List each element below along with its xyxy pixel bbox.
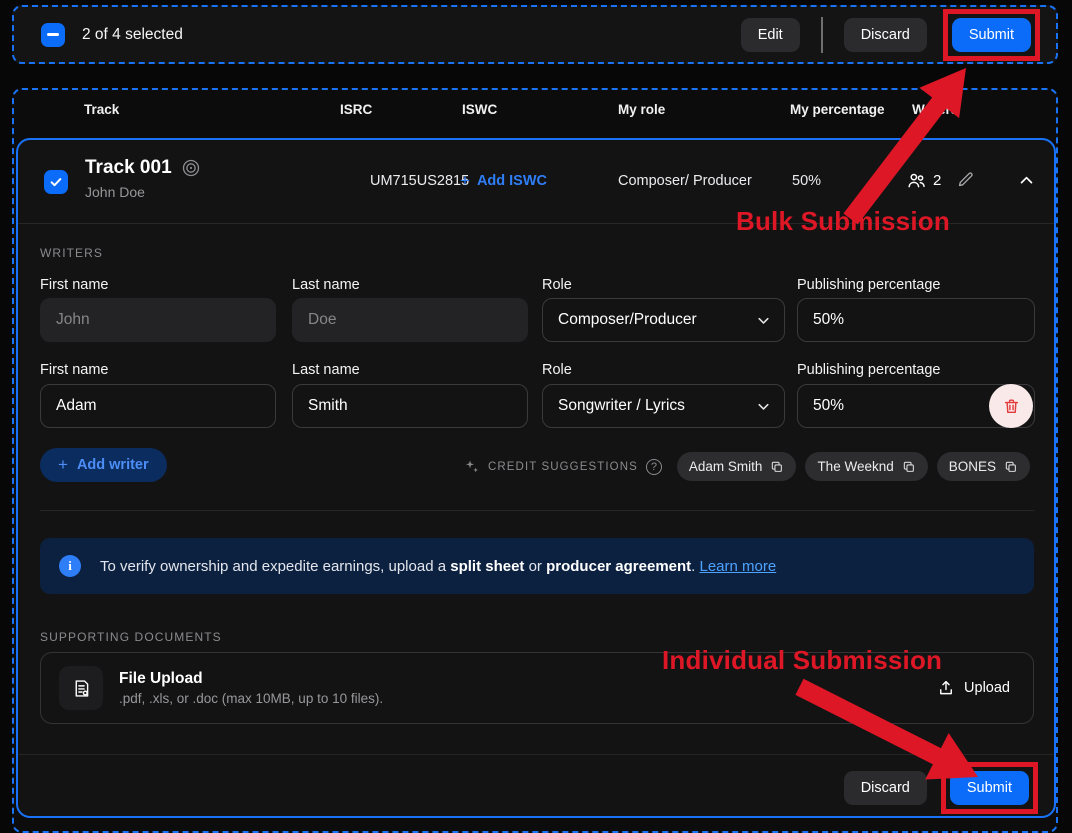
supporting-documents-label: SUPPORTING DOCUMENTS [40,630,222,644]
col-header-iswc: ISWC [462,102,497,117]
last-name-label: Last name [292,362,528,378]
people-icon [906,170,927,191]
individual-submit-highlight-box: Submit [941,762,1038,814]
writers-section-label: WRITERS [40,246,103,260]
delete-writer-button[interactable] [989,384,1033,428]
bulk-submit-button[interactable]: Submit [952,18,1031,52]
writer1-percentage-input[interactable] [797,298,1035,342]
banner-bold-split-sheet: split sheet [450,558,524,575]
collapse-chevron-up-icon[interactable] [1018,172,1035,194]
writer1-last-name-input[interactable] [292,298,528,342]
role-label: Role [542,362,785,378]
help-icon[interactable]: ? [646,459,662,475]
document-icon-square [59,666,103,710]
check-icon [49,175,63,189]
writer2-role-select[interactable]: Songwriter / Lyrics [542,384,785,428]
writer1-role-select[interactable]: Composer/Producer [542,298,785,342]
plus-icon: + [58,455,68,475]
track-artist: John Doe [85,184,201,200]
col-header-my-percentage: My percentage [790,102,885,117]
writer2-role-value: Songwriter / Lyrics [558,397,685,415]
trash-icon [1002,397,1021,416]
bulk-submission-annotation: Bulk Submission [736,206,950,237]
credit-suggestions-row: CREDIT SUGGESTIONS ? Adam Smith The Week… [464,452,1030,481]
col-header-writers: Writers [912,102,958,117]
banner-text-1: To verify ownership and expedite earning… [100,558,450,575]
col-header-isrc: ISRC [340,102,372,117]
banner-text-3: . [691,558,699,575]
file-upload-title: File Upload [119,670,203,687]
file-upload-text-block: File Upload .pdf, .xls, or .doc (max 10M… [119,670,383,706]
bulk-discard-button[interactable]: Discard [844,18,927,52]
writer2-last-name-input[interactable] [292,384,528,428]
actions-divider [821,17,823,53]
banner-bold-producer-agreement: producer agreement [546,558,691,575]
track-title-block: Track 001 John Doe [85,157,201,200]
individual-submission-annotation: Individual Submission [662,645,942,676]
upload-icon [937,679,955,697]
writer2-first-name-input[interactable] [40,384,276,428]
chip-label: BONES [949,459,996,474]
individual-submit-button[interactable]: Submit [950,771,1029,805]
track-title: Track 001 [85,157,172,179]
disc-icon [181,158,201,178]
file-upload-subtitle: .pdf, .xls, or .doc (max 10MB, up to 10 … [119,691,383,706]
select-all-checkbox[interactable] [41,23,65,47]
percentage-label: Publishing percentage [797,277,1035,293]
chip-label: The Weeknd [817,459,893,474]
add-iswc-button[interactable]: + Add ISWC [460,171,547,191]
chip-label: Adam Smith [689,459,763,474]
chevron-down-icon [755,312,772,329]
plus-icon: + [460,171,470,191]
track-my-percentage: 50% [792,173,821,189]
learn-more-link[interactable]: Learn more [700,558,777,575]
banner-text-2: or [524,558,546,575]
col-header-track: Track [84,102,119,117]
add-writer-button[interactable]: + Add writer [40,448,167,482]
discard-button[interactable]: Discard [844,771,927,805]
copy-icon [1004,460,1018,474]
credit-suggestions-label: CREDIT SUGGESTIONS [488,461,638,473]
track-isrc-value: UM715US2815 [370,173,469,189]
info-banner: i To verify ownership and expedite earni… [40,538,1034,594]
indeterminate-minus-icon [47,33,59,36]
credit-suggestion-chip[interactable]: The Weeknd [805,452,927,481]
info-icon: i [59,555,81,577]
footer-divider [18,754,1054,755]
upload-button[interactable]: Upload [937,679,1010,697]
writers-count: 2 [933,172,941,189]
upload-label: Upload [964,680,1010,696]
document-icon [71,678,92,699]
role-label: Role [542,277,785,293]
col-header-my-role: My role [618,102,665,117]
first-name-label: First name [40,277,276,293]
first-name-label: First name [40,362,276,378]
credit-suggestion-chip[interactable]: Adam Smith [677,452,797,481]
selected-count-text: 2 of 4 selected [82,26,183,44]
track-card: Track 001 John Doe UM715US2815 + Add ISW… [16,138,1056,818]
writer1-role-value: Composer/Producer [558,311,697,329]
bulk-selection-bar: 2 of 4 selected Edit Discard Submit [12,5,1058,64]
edit-pencil-icon[interactable] [956,170,975,194]
credit-suggestions-header: CREDIT SUGGESTIONS ? [464,459,662,475]
copy-icon [902,460,916,474]
section-divider [40,510,1034,511]
bulk-submit-highlight-box: Submit [943,9,1040,61]
credit-suggestion-chip[interactable]: BONES [937,452,1030,481]
percentage-label: Publishing percentage [797,362,1035,378]
footer-actions: Discard Submit [844,762,1038,814]
chevron-down-icon [755,398,772,415]
edit-button[interactable]: Edit [741,18,800,52]
sparkle-icon [464,459,480,475]
info-banner-text: To verify ownership and expedite earning… [100,558,776,575]
writer1-first-name-input[interactable] [40,298,276,342]
bulk-actions: Edit Discard Submit [741,9,1040,61]
writers-count-badge: 2 [906,170,941,191]
track-checkbox[interactable] [44,170,68,194]
add-iswc-label: Add ISWC [477,173,547,189]
add-writer-label: Add writer [77,457,149,473]
track-my-role: Composer/ Producer [618,173,752,189]
copy-icon [770,460,784,474]
last-name-label: Last name [292,277,528,293]
